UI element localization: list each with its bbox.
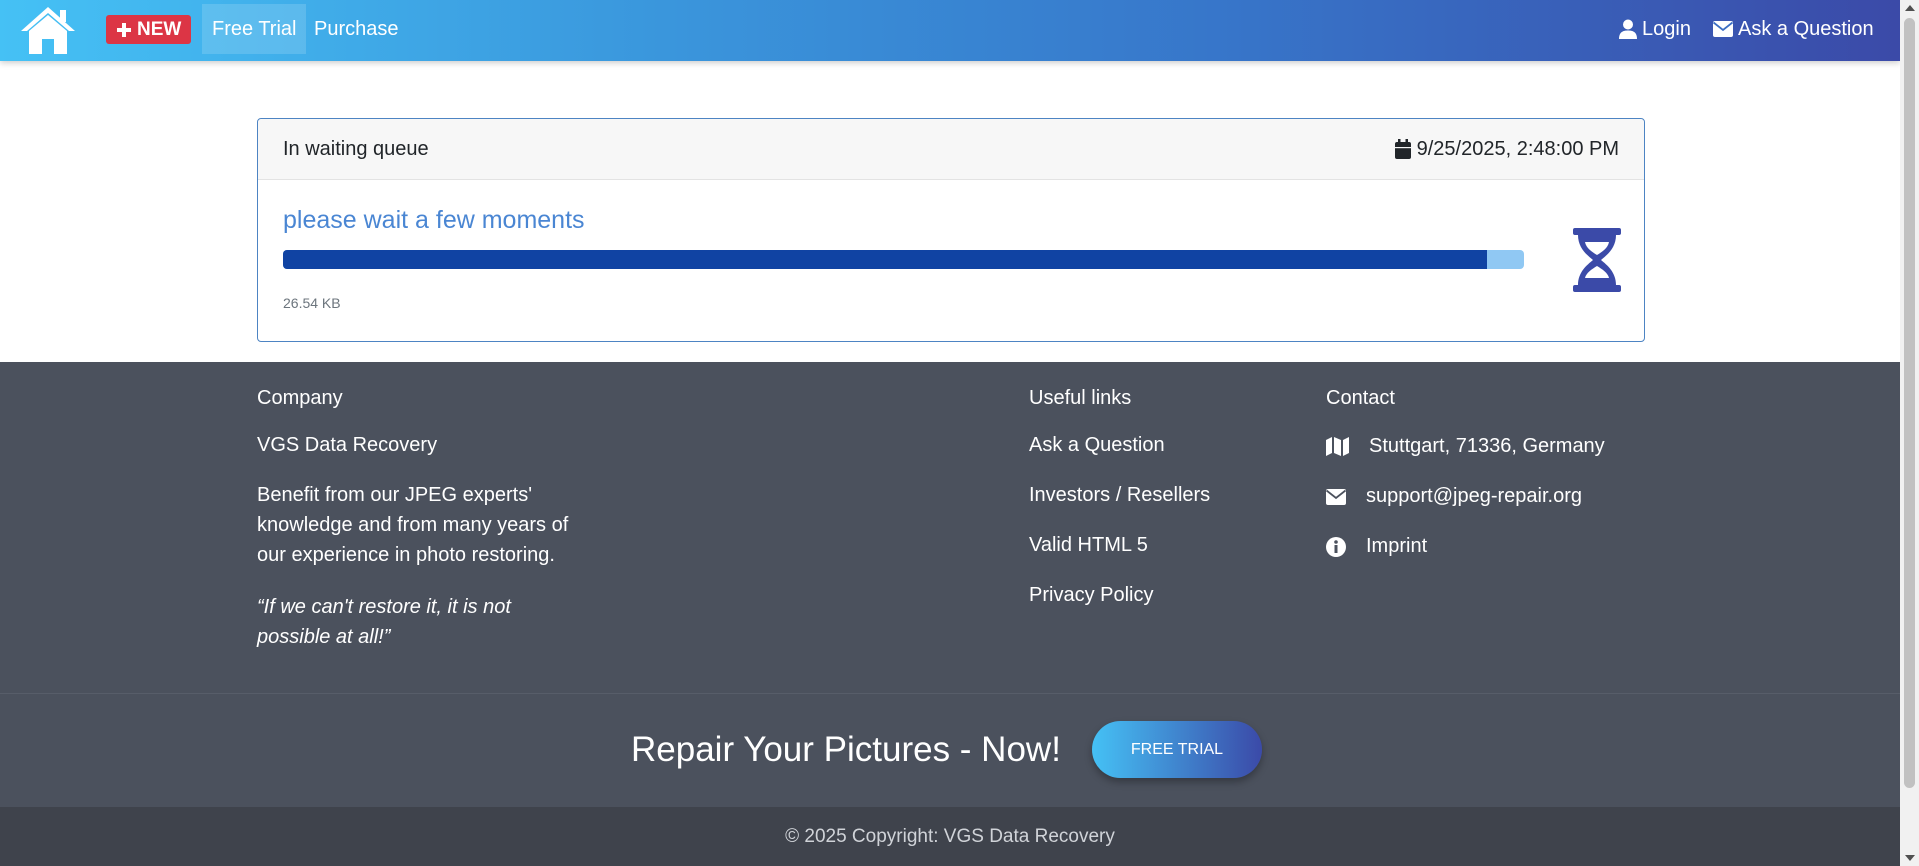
- footer-link-valid-html[interactable]: Valid HTML 5: [1029, 530, 1148, 560]
- scroll-down-arrow-icon[interactable]: [1900, 850, 1919, 866]
- nav-login[interactable]: Login: [1619, 4, 1691, 54]
- queue-status: In waiting queue: [283, 137, 429, 160]
- cta-text: Repair Your Pictures - Now!: [631, 730, 1061, 769]
- footer-contact-email[interactable]: support@jpeg-repair.org: [1326, 485, 1582, 508]
- footer-link-ask-question[interactable]: Ask a Question: [1029, 430, 1165, 460]
- queue-card: In waiting queue 9/25/2025, 2:48:00 PM p…: [257, 118, 1645, 342]
- footer-link-investors[interactable]: Investors / Resellers: [1029, 480, 1210, 510]
- footer: Company VGS Data Recovery Benefit from o…: [0, 362, 1900, 693]
- nav-login-label: Login: [1642, 17, 1691, 40]
- desc-line: Benefit from our JPEG experts': [257, 484, 533, 506]
- nav-purchase-label: Purchase: [314, 17, 399, 40]
- footer-company-heading: Company: [257, 387, 343, 409]
- desc-line: our experience in photo restoring.: [257, 544, 555, 566]
- imprint-text: Imprint: [1366, 535, 1428, 557]
- progress-fill: [283, 250, 1487, 269]
- nav-purchase[interactable]: Purchase: [304, 4, 409, 54]
- progress-bar: [283, 250, 1524, 269]
- envelope-icon: [1326, 488, 1346, 505]
- map-icon: [1326, 437, 1349, 456]
- new-label: NEW: [137, 18, 182, 40]
- desc-line: knowledge and from many years of: [257, 514, 569, 536]
- hourglass-icon: [1573, 228, 1621, 292]
- email-text: support@jpeg-repair.org: [1366, 485, 1582, 507]
- nav-free-trial[interactable]: Free Trial: [202, 4, 307, 54]
- nav-ask-question[interactable]: Ask a Question: [1713, 4, 1874, 54]
- footer-contact-address: Stuttgart, 71336, Germany: [1326, 435, 1605, 458]
- scroll-thumb[interactable]: [1904, 18, 1915, 788]
- footer-links-heading: Useful links: [1029, 387, 1132, 409]
- cta-section: Repair Your Pictures - Now! FREE TRIAL: [0, 694, 1900, 807]
- quote-line: “If we can't restore it, it is not: [257, 596, 511, 618]
- address-text: Stuttgart, 71336, Germany: [1369, 435, 1605, 457]
- free-trial-button[interactable]: FREE TRIAL: [1092, 721, 1262, 778]
- home-icon[interactable]: [18, 4, 78, 56]
- footer-company-name: VGS Data Recovery: [257, 434, 438, 456]
- quote-line: possible at all!”: [257, 626, 391, 648]
- info-circle-icon: [1326, 536, 1346, 557]
- footer-contact-imprint[interactable]: Imprint: [1326, 535, 1427, 558]
- nav-ask-label: Ask a Question: [1738, 17, 1874, 40]
- user-icon: [1619, 19, 1637, 39]
- queue-date-text: 9/25/2025, 2:48:00 PM: [1416, 137, 1619, 160]
- footer-company-quote: “If we can't restore it, it is not possi…: [257, 592, 511, 652]
- scrollbar[interactable]: [1900, 0, 1919, 866]
- nav-free-trial-label: Free Trial: [212, 17, 297, 40]
- plus-icon: [117, 22, 131, 37]
- footer-contact-heading: Contact: [1326, 387, 1395, 409]
- queue-date: 9/25/2025, 2:48:00 PM: [1394, 137, 1619, 161]
- scroll-up-arrow-icon[interactable]: [1900, 0, 1919, 16]
- copyright: © 2025 Copyright: VGS Data Recovery: [0, 807, 1900, 866]
- queue-card-header: In waiting queue 9/25/2025, 2:48:00 PM: [258, 119, 1644, 180]
- queue-message: please wait a few moments: [283, 206, 585, 234]
- footer-link-privacy[interactable]: Privacy Policy: [1029, 580, 1153, 610]
- top-navbar: NEW Free Trial Purchase Login Ask a Ques…: [0, 0, 1900, 61]
- file-size: 26.54 KB: [283, 295, 341, 311]
- footer-company-description: Benefit from our JPEG experts' knowledge…: [257, 480, 568, 570]
- new-button[interactable]: NEW: [106, 15, 192, 44]
- calendar-icon: [1394, 139, 1411, 159]
- envelope-icon: [1713, 21, 1733, 37]
